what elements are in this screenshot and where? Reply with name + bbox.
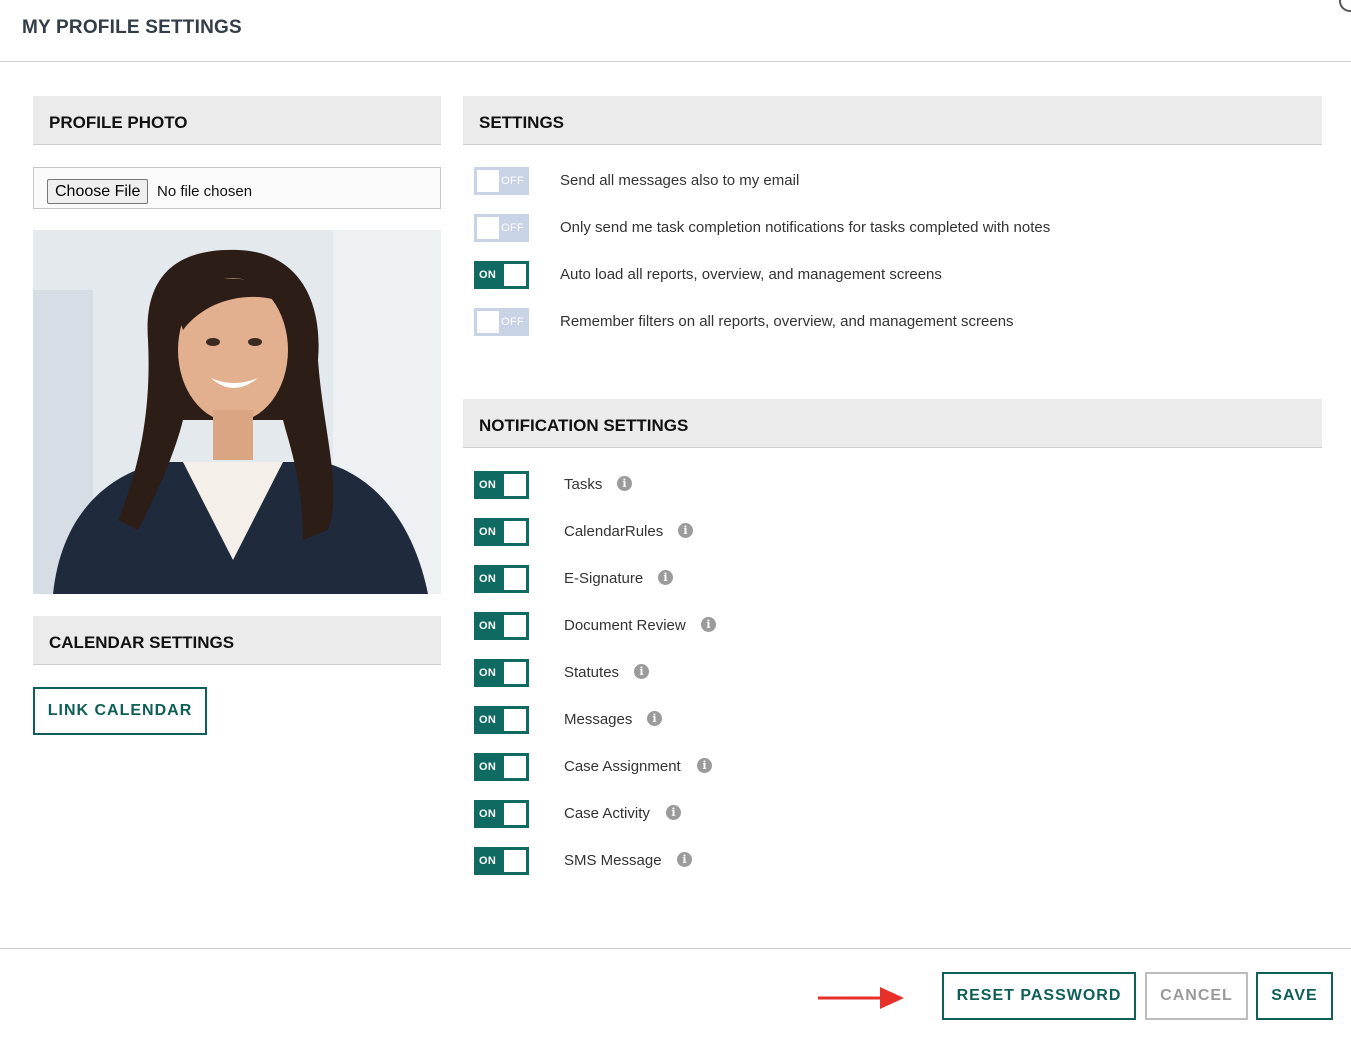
- toggle-knob: [504, 568, 526, 590]
- toggle-knob: [504, 709, 526, 731]
- notification-toggle[interactable]: ON: [474, 706, 529, 734]
- settings-toggle[interactable]: ON: [474, 261, 529, 289]
- settings-toggle[interactable]: OFF: [474, 167, 529, 195]
- close-icon[interactable]: [1339, 0, 1351, 12]
- modal-header: MY PROFILE SETTINGS: [0, 0, 1351, 62]
- toggle-state-label: ON: [479, 714, 497, 726]
- toggle-state-label: OFF: [501, 222, 524, 234]
- toggle-knob: [504, 803, 526, 825]
- info-icon[interactable]: i: [658, 570, 673, 585]
- settings-item-label: Send all messages also to my email: [560, 172, 800, 189]
- toggle-knob: [504, 615, 526, 637]
- notification-item-label: CalendarRules: [564, 523, 664, 540]
- reset-password-button[interactable]: RESET PASSWORD: [942, 972, 1136, 1020]
- notification-toggle[interactable]: ON: [474, 471, 529, 499]
- notification-toggle[interactable]: ON: [474, 800, 529, 828]
- settings-item-label: Auto load all reports, overview, and man…: [560, 266, 942, 283]
- profile-photo-image: [33, 230, 441, 594]
- toggle-knob: [504, 756, 526, 778]
- notification-item-label: E-Signature: [564, 570, 644, 587]
- settings-item-label: Remember filters on all reports, overvie…: [560, 313, 1014, 330]
- notification-toggle[interactable]: ON: [474, 659, 529, 687]
- notification-item-label: Document Review: [564, 617, 686, 634]
- notification-item-label: Statutes: [564, 664, 620, 681]
- notification-toggle[interactable]: ON: [474, 612, 529, 640]
- toggle-state-label: ON: [479, 479, 497, 491]
- toggle-state-label: OFF: [501, 175, 524, 187]
- info-icon[interactable]: i: [634, 664, 649, 679]
- notification-toggle[interactable]: ON: [474, 753, 529, 781]
- toggle-knob: [477, 170, 499, 192]
- toggle-knob: [504, 521, 526, 543]
- toggle-state-label: ON: [479, 526, 497, 538]
- profile-photo-illustration: [33, 230, 441, 594]
- toggle-state-label: ON: [479, 761, 497, 773]
- page-title: MY PROFILE SETTINGS: [22, 17, 242, 38]
- toggle-state-label: ON: [479, 667, 497, 679]
- notification-toggle[interactable]: ON: [474, 518, 529, 546]
- save-button[interactable]: SAVE: [1256, 972, 1333, 1020]
- toggle-knob: [504, 264, 526, 286]
- toggle-state-label: ON: [479, 855, 497, 867]
- settings-item-label: Only send me task completion notificatio…: [560, 219, 1051, 236]
- info-icon[interactable]: i: [666, 805, 681, 820]
- notification-item-label: Messages: [564, 711, 633, 728]
- file-input[interactable]: Choose File No file chosen: [33, 167, 441, 209]
- toggle-knob: [504, 850, 526, 872]
- arrow-right-icon: [818, 987, 904, 1009]
- settings-toggle[interactable]: OFF: [474, 214, 529, 242]
- file-status-text: No file chosen: [157, 183, 253, 200]
- toggle-knob: [504, 662, 526, 684]
- toggle-state-label: ON: [479, 573, 497, 585]
- notification-toggle[interactable]: ON: [474, 847, 529, 875]
- notification-item-label: Tasks: [564, 476, 603, 493]
- cancel-button[interactable]: CANCEL: [1145, 972, 1248, 1020]
- info-icon[interactable]: i: [617, 476, 632, 491]
- calendar-settings-heading: CALENDAR SETTINGS: [33, 616, 441, 665]
- info-icon[interactable]: i: [701, 617, 716, 632]
- toggle-state-label: ON: [479, 269, 497, 281]
- toggle-knob: [477, 311, 499, 333]
- link-calendar-button[interactable]: LINK CALENDAR: [33, 687, 207, 735]
- info-icon[interactable]: i: [647, 711, 662, 726]
- toggle-state-label: OFF: [501, 316, 524, 328]
- notification-item-label: Case Assignment: [564, 758, 681, 775]
- notification-settings-heading: NOTIFICATION SETTINGS: [463, 399, 1322, 448]
- toggle-state-label: ON: [479, 808, 497, 820]
- notification-item-label: SMS Message: [564, 852, 662, 869]
- info-icon[interactable]: i: [697, 758, 712, 773]
- toggle-knob: [504, 474, 526, 496]
- toggle-state-label: ON: [479, 620, 497, 632]
- settings-toggle[interactable]: OFF: [474, 308, 529, 336]
- info-icon[interactable]: i: [677, 852, 692, 867]
- settings-heading: SETTINGS: [463, 96, 1322, 145]
- profile-photo-heading: PROFILE PHOTO: [33, 96, 441, 145]
- notification-toggle[interactable]: ON: [474, 565, 529, 593]
- info-icon[interactable]: i: [678, 523, 693, 538]
- footer-divider: [0, 948, 1351, 949]
- notification-item-label: Case Activity: [564, 805, 650, 822]
- choose-file-button[interactable]: Choose File: [47, 179, 149, 204]
- toggle-knob: [477, 217, 499, 239]
